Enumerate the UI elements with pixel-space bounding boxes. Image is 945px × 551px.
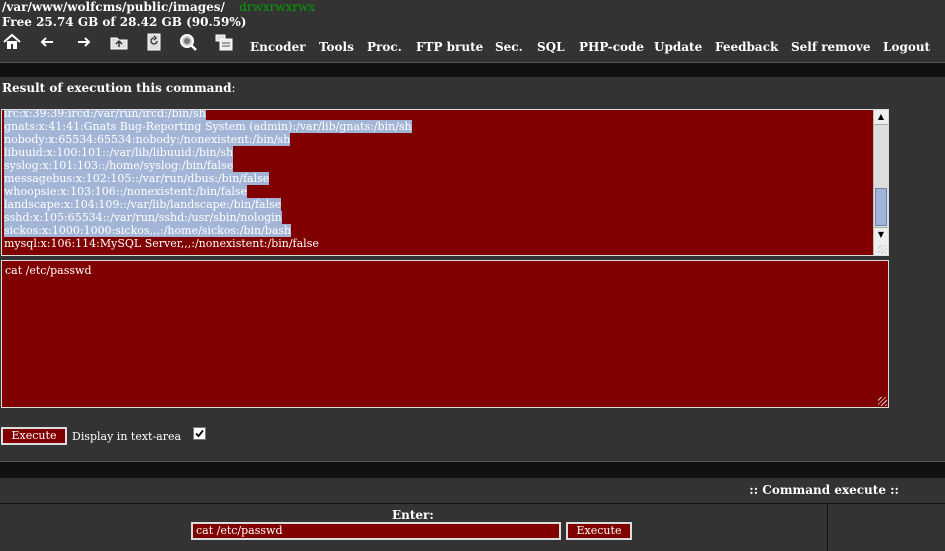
resize-grip-icon[interactable] [878,397,887,406]
home-icon[interactable] [2,32,22,52]
panel-execute-button[interactable]: Execute [566,522,632,540]
output-line: whoopsie:x:103:106::/nonexistent:/bin/fa… [4,185,412,198]
menu-encoder[interactable]: Encoder [250,40,306,54]
forward-icon[interactable] [74,32,94,52]
resize-grip-icon[interactable] [878,245,887,254]
output-textarea[interactable]: irc:x:39:39:ircd:/var/run/ircd:/bin/sh gn… [1,109,889,256]
back-icon[interactable] [37,32,57,52]
enter-label: Enter: [392,508,434,522]
output-line-text: gnats:x:41:41:Gnats Bug-Reporting System… [4,120,412,133]
output-line-text: irc:x:39:39:ircd:/var/run/ircd:/bin/sh [4,109,206,120]
output-line-text: sickos:x:1000:1000:sickos,,,:/home/sicko… [4,224,292,237]
buffer-icon[interactable] [214,32,234,52]
output-line: syslog:x:101:103::/home/syslog:/bin/fals… [4,159,412,172]
output-line: landscape:x:104:109::/var/lib/landscape:… [4,198,412,211]
menu-sql[interactable]: SQL [537,40,565,54]
command-execute-title: :: Command execute :: [749,483,899,497]
output-line: messagebus:x:102:105::/var/run/dbus:/bin… [4,172,412,185]
permissions-text: drwxrwxrwx [239,0,316,14]
scroll-thumb[interactable] [875,188,887,226]
command-textarea[interactable]: cat /etc/passwd [1,260,889,408]
output-line: mysql:x:106:114:MySQL Server,,,:/nonexis… [4,237,412,250]
up-folder-icon[interactable] [109,32,129,52]
menu-proc[interactable]: Proc. [367,40,402,54]
icon-toolbar [0,32,240,54]
panel-divider-line [0,503,945,504]
checkmark-icon [195,429,204,438]
panel-column-divider [827,504,828,551]
menu-logout[interactable]: Logout [883,40,930,54]
output-scrollbar[interactable]: ▲ ▼ [873,110,888,255]
output-line: gnats:x:41:41:Gnats Bug-Reporting System… [4,120,412,133]
menu-tools[interactable]: Tools [319,40,354,54]
output-line-text: nobody:x:65534:65534:nobody:/nonexistent… [4,133,291,146]
refresh-icon[interactable] [144,32,164,52]
output-line-text: libuuid:x:100:101::/var/lib/libuuid:/bin… [4,146,234,159]
output-line-text: messagebus:x:102:105::/var/run/dbus:/bin… [4,172,270,185]
result-heading: Result of execution this command: [2,81,236,95]
execute-button[interactable]: Execute [1,427,67,445]
command-textarea-value: cat /etc/passwd [5,264,92,277]
menu-php-code[interactable]: PHP-code [579,40,644,54]
free-space: Free 25.74 GB of 28.42 GB (90.59%) [2,15,247,29]
menu-ftp-brute[interactable]: FTP brute [416,40,483,54]
display-in-textarea-label: Display in text-area [72,430,182,443]
scroll-down-icon[interactable]: ▼ [874,227,888,242]
output-line: irc:x:39:39:ircd:/var/run/ircd:/bin/sh [4,109,412,120]
path-text[interactable]: /var/www/wolfcms/public/images/ [2,0,225,14]
separator-bar [0,62,945,77]
output-line: libuuid:x:100:101::/var/lib/libuuid:/bin… [4,146,412,159]
output-line: sshd:x:105:65534::/var/run/sshd:/usr/sbi… [4,211,412,224]
result-heading-text: Result of execution this command [2,81,232,95]
output-line-text: syslog:x:101:103::/home/syslog:/bin/fals… [4,159,234,172]
output-line-text: whoopsie:x:103:106::/nonexistent:/bin/fa… [4,185,248,198]
command-input[interactable]: cat /etc/passwd [191,522,561,540]
output-line: nobody:x:65534:65534:nobody:/nonexistent… [4,133,412,146]
separator-bar [0,461,945,478]
output-line-text: landscape:x:104:109::/var/lib/landscape:… [4,198,282,211]
output-lines: irc:x:39:39:ircd:/var/run/ircd:/bin/sh gn… [4,109,412,250]
output-line-text: mysql:x:106:114:MySQL Server,,,:/nonexis… [4,237,319,250]
scroll-up-icon[interactable]: ▲ [874,110,888,125]
output-line: sickos:x:1000:1000:sickos,,,:/home/sicko… [4,224,412,237]
menu-self-remove[interactable]: Self remove [791,40,870,54]
menu-sec[interactable]: Sec. [495,40,523,54]
search-icon[interactable] [178,32,198,52]
menu-feedback[interactable]: Feedback [715,40,778,54]
result-heading-colon: : [231,81,236,95]
current-path: /var/www/wolfcms/public/images/ drwxrwxr… [2,0,315,14]
display-in-textarea-checkbox[interactable] [193,427,206,440]
menu-update[interactable]: Update [654,40,702,54]
output-line-text: sshd:x:105:65534::/var/run/sshd:/usr/sbi… [4,211,282,224]
